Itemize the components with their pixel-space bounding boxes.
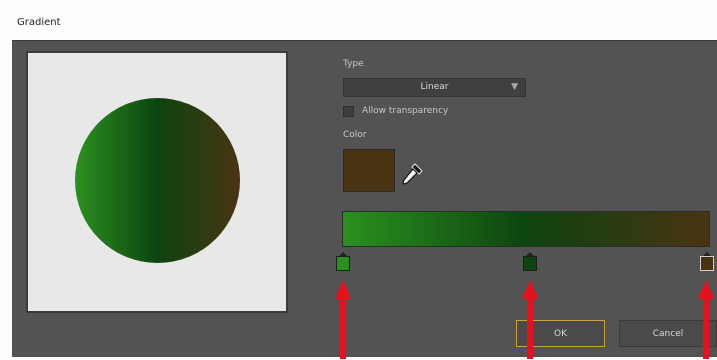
annotation-arrow-3 [698,280,714,359]
preview-circle [75,98,240,263]
gradient-stop-3[interactable] [699,252,715,271]
gradient-bar[interactable] [342,211,710,247]
chevron-down-icon: ▼ [511,82,518,92]
eyedropper-icon[interactable] [399,161,425,187]
annotation-arrow-2 [522,280,538,359]
gradient-dialog: Type Linear ▼ Allow transparency Color O… [12,40,717,357]
window-title: Gradient [17,17,61,28]
annotation-arrow-1 [335,280,351,359]
type-label: Type [343,59,364,69]
gradient-preview [26,51,288,313]
color-label: Color [343,130,367,140]
gradient-stop-1[interactable] [335,252,351,271]
allow-transparency-label[interactable]: Allow transparency [362,106,448,116]
allow-transparency-checkbox[interactable] [343,106,354,117]
type-select-value: Linear [420,82,449,92]
gradient-stop-2[interactable] [522,252,538,271]
title-bar: Gradient [0,0,717,40]
type-select[interactable]: Linear ▼ [343,78,526,97]
color-swatch[interactable] [343,149,395,192]
